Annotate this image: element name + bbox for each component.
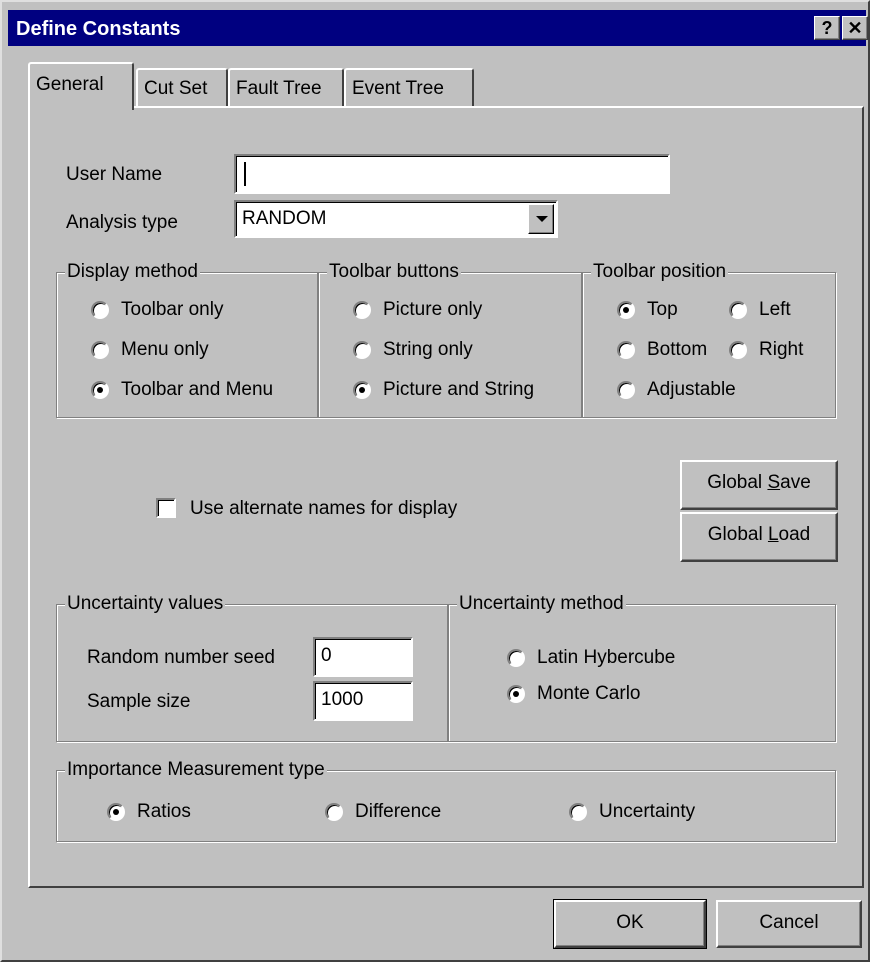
radio-picture-only[interactable] bbox=[353, 301, 371, 319]
radio-left[interactable] bbox=[729, 301, 747, 319]
tab-label: General bbox=[36, 74, 104, 95]
sample-size-input[interactable]: 1000 bbox=[313, 681, 413, 721]
sample-size-label: Sample size bbox=[87, 691, 191, 712]
uncertainty-method-group: Uncertainty method Latin Hybercube Monte… bbox=[448, 593, 836, 742]
radio-right[interactable] bbox=[729, 341, 747, 359]
analysis-type-value: RANDOM bbox=[242, 208, 327, 229]
radio-label: Bottom bbox=[647, 339, 708, 360]
seed-label: Random number seed bbox=[87, 647, 275, 668]
title-bar[interactable]: Define Constants ? ✕ bbox=[8, 10, 868, 46]
radio-monte-carlo[interactable] bbox=[507, 685, 525, 703]
radio-difference[interactable] bbox=[325, 803, 343, 821]
radio-bottom[interactable] bbox=[617, 341, 635, 359]
seed-value: 0 bbox=[321, 645, 332, 666]
toolbar-buttons-group: Toolbar buttons Picture only String only… bbox=[318, 261, 582, 418]
uncertainty-values-group: Uncertainty values Random number seed 0 … bbox=[56, 593, 448, 742]
radio-uncertainty[interactable] bbox=[569, 803, 587, 821]
chevron-down-icon bbox=[536, 216, 548, 222]
cancel-button[interactable]: Cancel bbox=[716, 900, 862, 948]
radio-label: Picture and String bbox=[383, 379, 535, 400]
radio-label: Right bbox=[759, 339, 804, 360]
radio-label: Left bbox=[759, 299, 791, 320]
radio-toolbar-only[interactable] bbox=[91, 301, 109, 319]
radio-toolbar-and-menu[interactable] bbox=[91, 381, 109, 399]
radio-label: Latin Hybercube bbox=[537, 647, 676, 668]
tab-cut-set[interactable]: Cut Set bbox=[136, 68, 228, 108]
define-constants-dialog: Define Constants ? ✕ Cut Set Fault Tree … bbox=[0, 0, 870, 962]
tab-label: Cut Set bbox=[144, 78, 208, 99]
help-button[interactable]: ? bbox=[814, 16, 840, 40]
radio-menu-only[interactable] bbox=[91, 341, 109, 359]
radio-label: Adjustable bbox=[647, 379, 736, 400]
cancel-label: Cancel bbox=[759, 912, 819, 933]
radio-label: Toolbar and Menu bbox=[121, 379, 274, 400]
global-load-button[interactable]: Global Load bbox=[680, 512, 838, 562]
radio-picture-and-string[interactable] bbox=[353, 381, 371, 399]
alternate-names-label: Use alternate names for display bbox=[190, 498, 458, 519]
dropdown-button[interactable] bbox=[528, 204, 554, 234]
seed-input[interactable]: 0 bbox=[313, 637, 413, 677]
global-save-button[interactable]: Global Save bbox=[680, 460, 838, 510]
group-title: Display method bbox=[65, 261, 200, 283]
tab-general[interactable]: General bbox=[28, 62, 134, 110]
radio-label: Top bbox=[647, 299, 678, 320]
radio-label: Monte Carlo bbox=[537, 683, 641, 704]
radio-label: Ratios bbox=[137, 801, 191, 822]
toolbar-position-group: Toolbar position Top Left Bottom Right A… bbox=[582, 261, 836, 418]
user-name-input[interactable] bbox=[234, 154, 670, 194]
radio-string-only[interactable] bbox=[353, 341, 371, 359]
analysis-type-label: Analysis type bbox=[66, 212, 178, 233]
ok-label: OK bbox=[616, 912, 644, 933]
radio-latin-hybercube[interactable] bbox=[507, 649, 525, 667]
ok-button[interactable]: OK bbox=[553, 899, 707, 949]
radio-ratios[interactable] bbox=[107, 803, 125, 821]
alternate-names-checkbox[interactable] bbox=[156, 498, 176, 518]
tab-fault-tree[interactable]: Fault Tree bbox=[228, 68, 344, 108]
radio-label: String only bbox=[383, 339, 473, 360]
text-caret bbox=[244, 162, 246, 186]
display-method-group: Display method Toolbar only Menu only To… bbox=[56, 261, 318, 418]
general-tab-panel: User Name Analysis type RANDOM Display m… bbox=[28, 106, 864, 888]
group-title: Uncertainty method bbox=[457, 593, 626, 615]
sample-size-value: 1000 bbox=[321, 689, 364, 710]
tab-label: Fault Tree bbox=[236, 78, 322, 99]
analysis-type-select[interactable]: RANDOM bbox=[234, 200, 558, 238]
user-name-label: User Name bbox=[66, 164, 163, 185]
radio-top[interactable] bbox=[617, 301, 635, 319]
group-title: Toolbar position bbox=[591, 261, 729, 283]
group-title: Uncertainty values bbox=[65, 593, 226, 615]
close-button[interactable]: ✕ bbox=[842, 16, 868, 40]
importance-measurement-group: Importance Measurement type Ratios Diffe… bbox=[56, 759, 836, 842]
tab-event-tree[interactable]: Event Tree bbox=[344, 68, 474, 108]
radio-label: Uncertainty bbox=[599, 801, 696, 822]
tab-label: Event Tree bbox=[352, 78, 444, 99]
group-title: Toolbar buttons bbox=[327, 261, 461, 283]
radio-label: Menu only bbox=[121, 339, 209, 360]
group-title: Importance Measurement type bbox=[65, 759, 327, 781]
window-title: Define Constants bbox=[16, 18, 181, 40]
radio-adjustable[interactable] bbox=[617, 381, 635, 399]
radio-label: Picture only bbox=[383, 299, 483, 320]
radio-label: Difference bbox=[355, 801, 442, 822]
radio-label: Toolbar only bbox=[121, 299, 224, 320]
